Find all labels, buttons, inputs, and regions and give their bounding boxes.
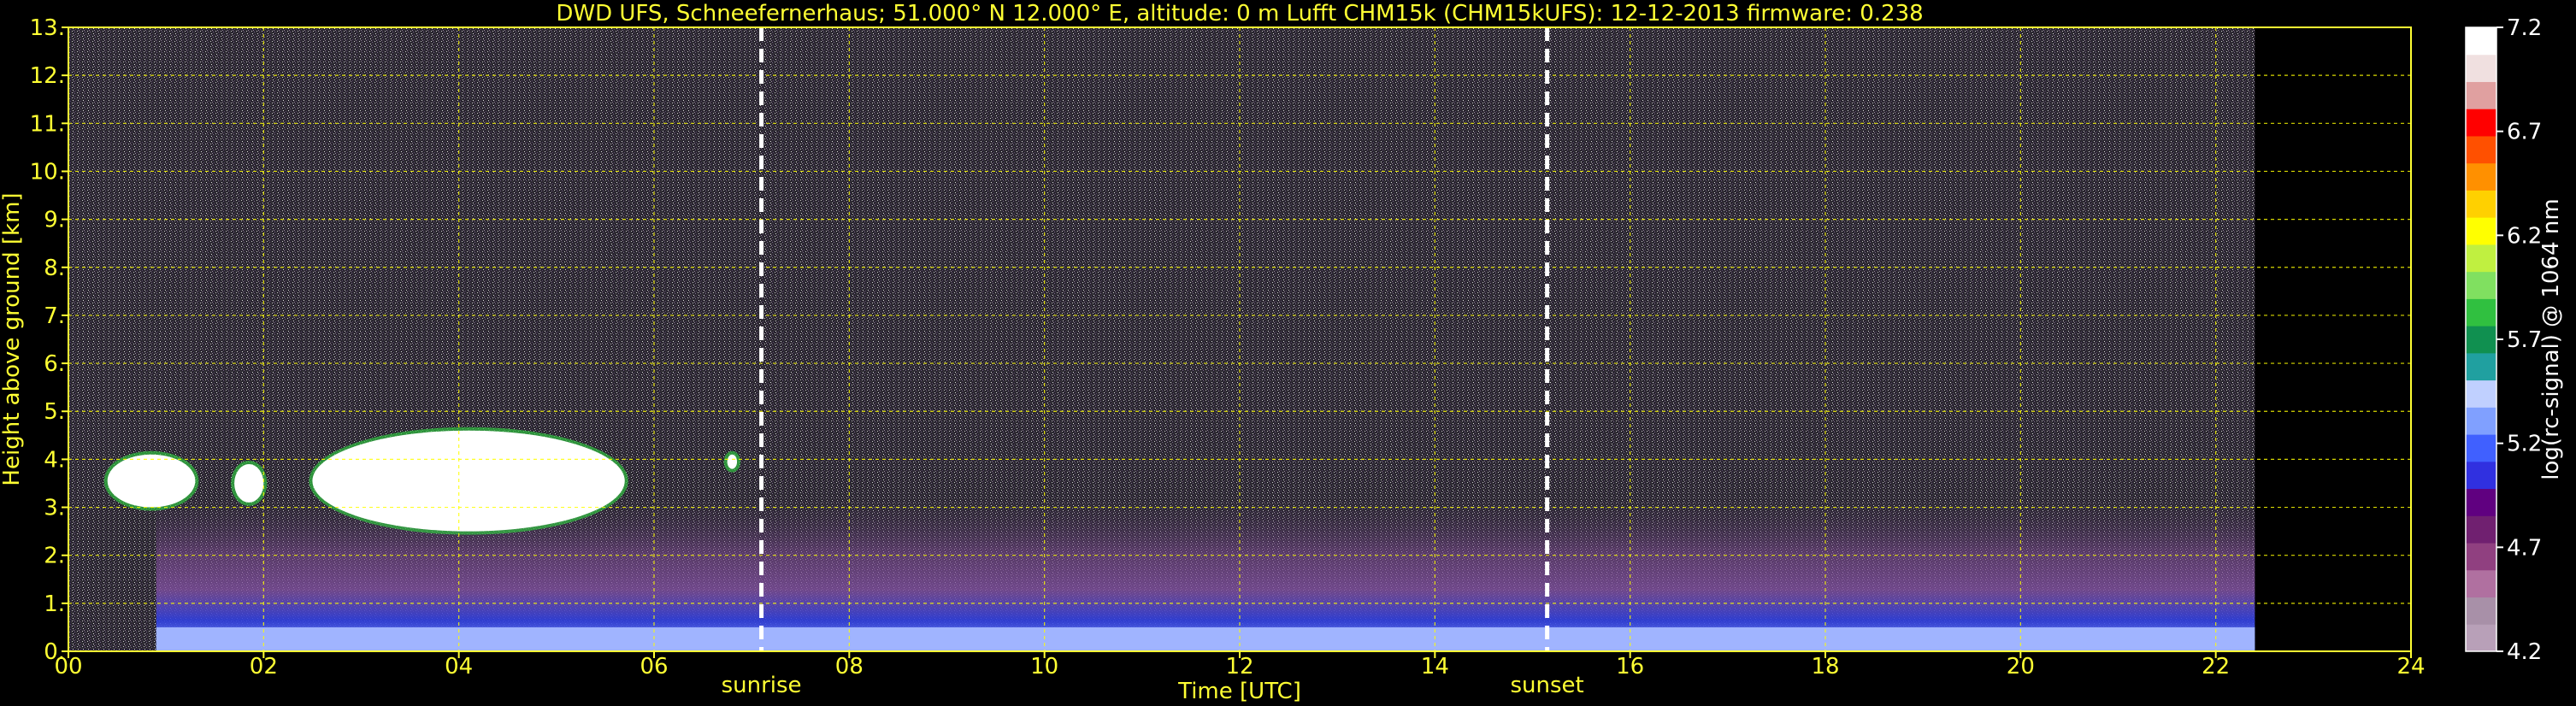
x-tick-label-04: 04 [445, 654, 473, 680]
event-label-sunrise: sunrise [722, 673, 802, 698]
cloud-0 [107, 454, 196, 508]
colorbar-segment-19 [2466, 109, 2496, 137]
y-tick-label-5: 5. [44, 399, 65, 425]
colorbar-tick-label-6.2: 6.2 [2507, 223, 2542, 249]
colorbar-segment-14 [2466, 244, 2496, 273]
x-tick-label-10: 10 [1030, 654, 1058, 680]
colorbar-segment-20 [2466, 81, 2496, 109]
colorbar-segment-17 [2466, 162, 2496, 191]
x-tick-label-02: 02 [250, 654, 278, 680]
x-tick-label-16: 16 [1616, 654, 1644, 680]
colorbar-segment-13 [2466, 271, 2496, 299]
x-tick-label-24: 24 [2396, 654, 2425, 680]
colorbar-segment-2 [2466, 569, 2496, 598]
colorbar-segment-11 [2466, 326, 2496, 354]
colorbar-segment-5 [2466, 488, 2496, 516]
colorbar-segment-4 [2466, 515, 2496, 544]
y-axis-label: Height above ground [km] [0, 192, 25, 485]
y-tick-label-8: 8. [44, 256, 65, 281]
x-tick-label-06: 06 [640, 654, 668, 680]
colorbar-segment-8 [2466, 407, 2496, 435]
y-tick-label-2: 2. [44, 544, 65, 569]
colorbar-tick-label-7.2: 7.2 [2507, 15, 2542, 41]
colorbar-segment-3 [2466, 543, 2496, 571]
cloud-3 [727, 454, 738, 469]
colorbar-segment-7 [2466, 434, 2496, 462]
surface-band [156, 627, 2255, 651]
colorbar-segment-10 [2466, 352, 2496, 381]
colorbar-segment-15 [2466, 217, 2496, 245]
colorbar-tick-label-4.7: 4.7 [2507, 535, 2542, 561]
colorbar-segment-12 [2466, 298, 2496, 327]
x-tick-label-20: 20 [2007, 654, 2035, 680]
y-tick-label-7: 7. [44, 303, 65, 329]
event-label-sunset: sunset [1511, 673, 1584, 698]
x-tick-label-14: 14 [1421, 654, 1449, 680]
y-axis-ticks: 0. 1. 2. 3. 4. 5. 6. 7. 8. 9. 10. 11. 12. 13. [30, 15, 68, 665]
y-tick-label-10: 10. [30, 159, 65, 185]
colorbar-tick-label-6.7: 6.7 [2507, 120, 2542, 145]
y-tick-label-13: 13. [30, 15, 65, 41]
x-tick-label-08: 08 [835, 654, 864, 680]
colorbar-tick-label-5.2: 5.2 [2507, 432, 2542, 457]
x-axis-ticks: 00 02 04 06 08 10 12 14 16 18 20 22 24 [54, 651, 2426, 680]
y-tick-label-0: 0. [44, 639, 65, 665]
colorbar-segment-18 [2466, 135, 2496, 164]
x-tick-label-12: 12 [1225, 654, 1253, 680]
y-tick-label-6: 6. [44, 351, 65, 377]
y-tick-label-12: 12. [30, 63, 65, 89]
colorbar-segment-0 [2466, 624, 2496, 652]
chart-title: DWD UFS, Schneefernerhaus; 51.000° N 12.… [556, 1, 1923, 26]
x-tick-label-18: 18 [1811, 654, 1839, 680]
x-axis-label: Time [UTC] [1177, 679, 1301, 704]
cloud-2 [312, 430, 625, 532]
cloud-1 [234, 464, 264, 503]
ceilometer-chart: sunrise sunset 00 02 04 06 08 10 12 14 16 18 20 22 24… [0, 1, 2564, 704]
colorbar-segment-1 [2466, 597, 2496, 625]
colorbar-tick-label-5.7: 5.7 [2507, 327, 2542, 353]
colorbar-label: log(rc-signal) @ 1064 nm [2538, 198, 2564, 479]
colorbar-segment-6 [2466, 461, 2496, 490]
x-tick-label-22: 22 [2202, 654, 2230, 680]
y-tick-label-3: 3. [44, 496, 65, 521]
colorbar-segment-16 [2466, 190, 2496, 218]
y-tick-label-1: 1. [44, 591, 65, 617]
colorbar-segment-9 [2466, 379, 2496, 408]
colorbar-segment-22 [2466, 27, 2496, 56]
y-tick-label-9: 9. [44, 208, 65, 233]
colorbar-tick-label-4.2: 4.2 [2507, 639, 2542, 665]
y-tick-label-11: 11. [30, 111, 65, 137]
y-tick-label-4: 4. [44, 447, 65, 473]
colorbar: 4.2 4.7 5.2 5.7 6.2 6.7 7.2 [2465, 15, 2542, 665]
colorbar-segment-21 [2466, 54, 2496, 82]
